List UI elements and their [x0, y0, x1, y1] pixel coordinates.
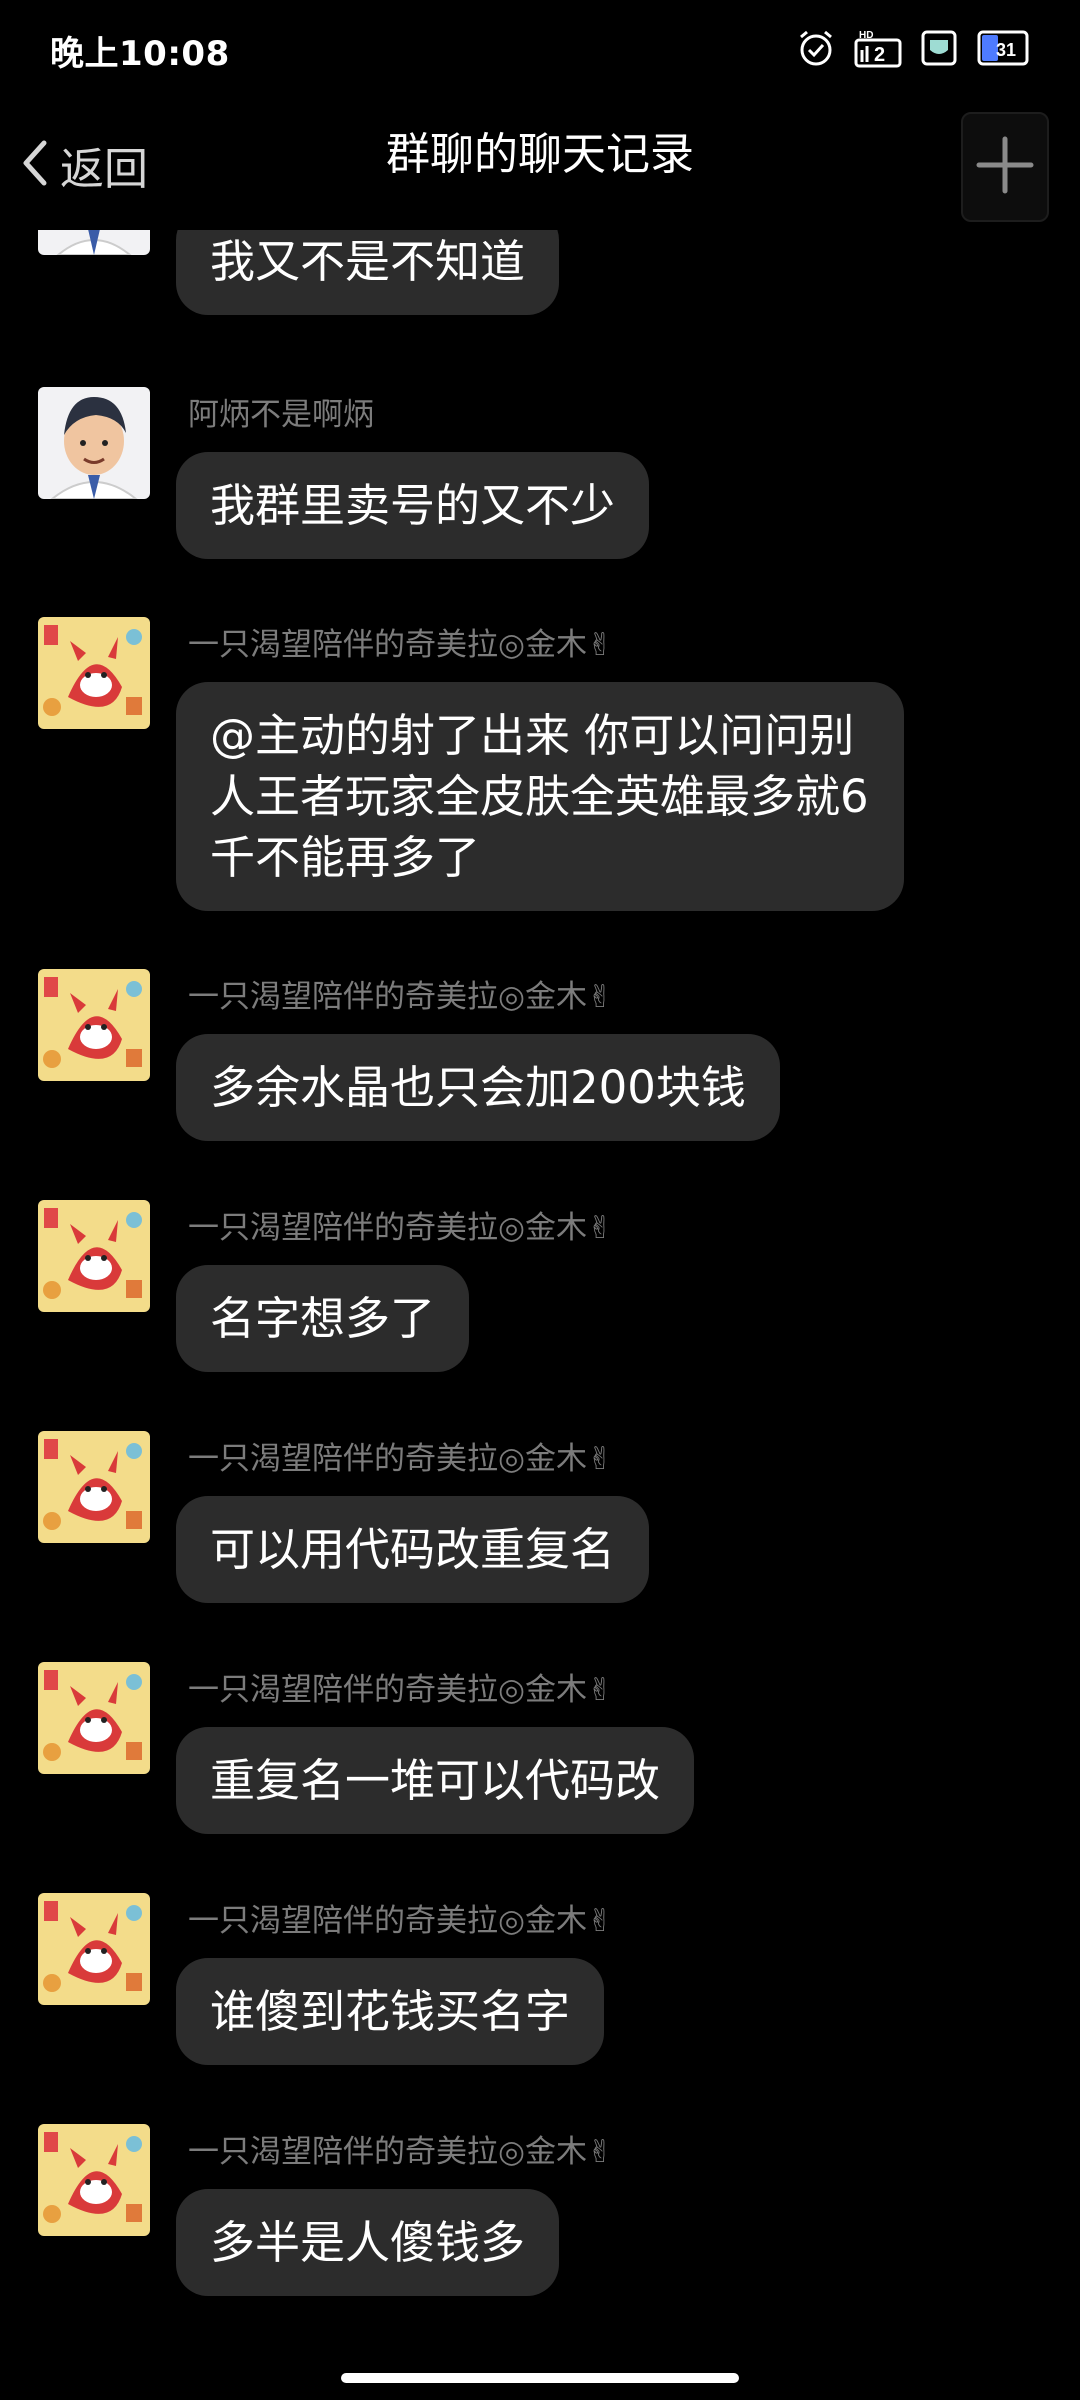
- battery-level: 31: [996, 40, 1016, 60]
- status-bar: 晚上10:08 HD 2 31: [0, 0, 1080, 100]
- message-list[interactable]: 我又不是不知道 阿炳不是啊炳 我群里卖号的又不少 一只渴望陪伴的奇美拉◎金木✌ …: [0, 230, 1080, 2370]
- svg-text:HD: HD: [859, 30, 873, 41]
- fox-avatar-icon: [38, 617, 150, 729]
- man-avatar-icon: [38, 230, 150, 255]
- message-bubble[interactable]: 多余水晶也只会加200块钱: [176, 1034, 780, 1141]
- sender-name: 一只渴望陪伴的奇美拉◎金木✌: [188, 627, 614, 663]
- fox-avatar-icon: [38, 1662, 150, 1774]
- man-avatar-icon: [38, 387, 150, 499]
- fox-avatar-icon: [38, 1200, 150, 1312]
- status-time: 晚上10:08: [50, 34, 230, 74]
- page-title: 群聊的聊天记录: [386, 129, 694, 180]
- svg-text:2: 2: [874, 44, 885, 66]
- fox-avatar-icon: [38, 1431, 150, 1543]
- fox-avatar-icon: [38, 2124, 150, 2236]
- alarm-icon: [796, 28, 836, 68]
- message-bubble[interactable]: 谁傻到花钱买名字: [176, 1958, 605, 2065]
- avatar[interactable]: [38, 1662, 150, 1774]
- message-bubble[interactable]: 我又不是不知道: [176, 230, 560, 315]
- shield-icon: [920, 28, 958, 68]
- sender-name: 一只渴望陪伴的奇美拉◎金木✌: [188, 1903, 614, 1939]
- message-bubble[interactable]: 重复名一堆可以代码改: [176, 1727, 695, 1834]
- message-bubble[interactable]: @主动的射了出来 你可以问问别人王者玩家全皮肤全英雄最多就6千不能再多了: [176, 682, 904, 911]
- avatar[interactable]: [38, 1200, 150, 1312]
- fox-avatar-icon: [38, 1893, 150, 2005]
- hd-signal-icon: HD 2: [854, 28, 902, 68]
- sender-name: 一只渴望陪伴的奇美拉◎金木✌: [188, 1672, 614, 1708]
- header: 返回 群聊的聊天记录: [0, 100, 1080, 230]
- message-bubble[interactable]: 名字想多了: [176, 1265, 470, 1372]
- message-bubble[interactable]: 我群里卖号的又不少: [176, 452, 650, 559]
- message-bubble[interactable]: 可以用代码改重复名: [176, 1496, 650, 1603]
- sender-name: 一只渴望陪伴的奇美拉◎金木✌: [188, 979, 614, 1015]
- plus-icon: [975, 135, 1035, 199]
- avatar[interactable]: [38, 387, 150, 499]
- sender-name: 一只渴望陪伴的奇美拉◎金木✌: [188, 1210, 614, 1246]
- avatar[interactable]: [38, 230, 150, 255]
- avatar[interactable]: [38, 2124, 150, 2236]
- sender-name: 阿炳不是啊炳: [188, 397, 374, 433]
- home-indicator[interactable]: [341, 2373, 739, 2383]
- chat-history-screen: 晚上10:08 HD 2 31 返回 群聊的聊天记录 我又不是不知道 阿炳不是啊…: [0, 0, 1080, 2400]
- add-button[interactable]: [961, 112, 1049, 222]
- fox-avatar-icon: [38, 969, 150, 1081]
- sender-name: 一只渴望陪伴的奇美拉◎金木✌: [188, 1441, 614, 1477]
- battery-icon: 31: [976, 28, 1032, 68]
- avatar[interactable]: [38, 1893, 150, 2005]
- avatar[interactable]: [38, 1431, 150, 1543]
- avatar[interactable]: [38, 617, 150, 729]
- message-bubble[interactable]: 多半是人傻钱多: [176, 2189, 560, 2296]
- avatar[interactable]: [38, 969, 150, 1081]
- status-icons: HD 2 31: [796, 26, 1032, 70]
- sender-name: 一只渴望陪伴的奇美拉◎金木✌: [188, 2134, 614, 2170]
